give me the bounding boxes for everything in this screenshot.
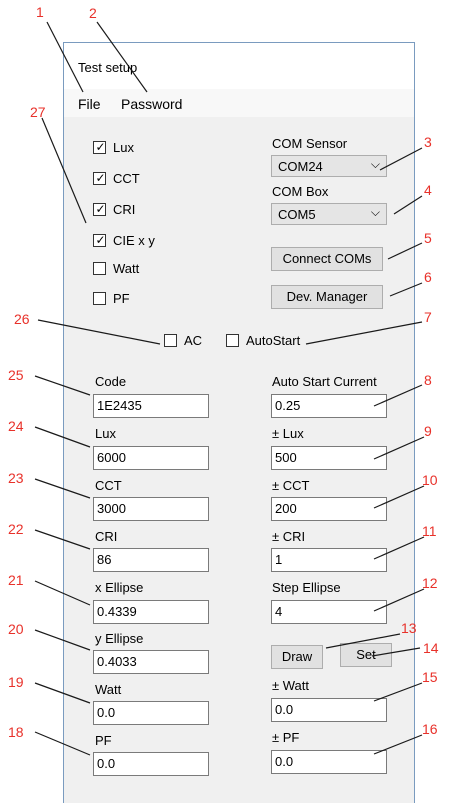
annotation-10: 10 <box>422 472 438 488</box>
x-ellipse-label: x Ellipse <box>95 580 144 595</box>
annotation-13: 13 <box>401 620 417 636</box>
cct-tolerance-input[interactable]: 200 <box>271 497 387 521</box>
chevron-down-icon: ⌵ <box>370 205 380 219</box>
annotation-1: 1 <box>36 4 44 20</box>
cri-tolerance-input[interactable]: 1 <box>271 548 387 572</box>
checkbox-cct-label: CCT <box>113 171 140 186</box>
cri-label: CRI <box>95 529 118 544</box>
com-sensor-label: COM Sensor <box>272 136 348 151</box>
annotation-16: 16 <box>422 721 438 737</box>
y-ellipse-label: y Ellipse <box>95 631 144 646</box>
annotation-15: 15 <box>422 669 438 685</box>
cri-input[interactable]: 86 <box>93 548 209 572</box>
checkbox-autostart-label: AutoStart <box>246 333 301 348</box>
checkbox-cct[interactable]: ✓ <box>93 171 106 185</box>
pf-tolerance-label: ± PF <box>272 730 300 745</box>
com-box-select[interactable]: COM5 ⌵ <box>271 203 387 225</box>
pf-input[interactable]: 0.0 <box>93 752 209 776</box>
dev-manager-button[interactable]: Dev. Manager <box>271 285 383 309</box>
menu-password[interactable]: Password <box>121 96 182 112</box>
annotation-9: 9 <box>424 423 432 439</box>
checkbox-cie-xy-label: CIE x y <box>113 233 155 248</box>
checkbox-cri-label: CRI <box>113 202 136 217</box>
annotation-3: 3 <box>424 134 432 150</box>
com-sensor-select[interactable]: COM24 ⌵ <box>271 155 387 177</box>
title-bar: Test setup <box>64 43 414 89</box>
checkbox-watt-label: Watt <box>113 261 140 276</box>
watt-tolerance-label: ± Watt <box>272 678 309 693</box>
annotation-4: 4 <box>424 182 432 198</box>
com-box-label: COM Box <box>272 184 329 199</box>
auto-start-current-input[interactable]: 0.25 <box>271 394 387 418</box>
step-ellipse-label: Step Ellipse <box>272 580 341 595</box>
annotation-12: 12 <box>422 575 438 591</box>
checkbox-autostart[interactable] <box>226 334 239 347</box>
annotation-19: 19 <box>8 674 24 690</box>
code-label: Code <box>95 374 127 389</box>
annotation-8: 8 <box>424 372 432 388</box>
annotation-24: 24 <box>8 418 24 434</box>
lux-label: Lux <box>95 426 116 441</box>
lux-input[interactable]: 6000 <box>93 446 209 470</box>
set-button[interactable]: Set <box>340 643 392 667</box>
lux-tolerance-label: ± Lux <box>272 426 304 441</box>
menu-bar: File Password <box>64 89 414 117</box>
step-ellipse-input[interactable]: 4 <box>271 600 387 624</box>
annotation-14: 14 <box>423 640 439 656</box>
test-setup-window: Test setup File Password ✓ Lux ✓ CCT ✓ C… <box>63 42 415 803</box>
checkbox-pf[interactable] <box>93 292 106 305</box>
annotation-2: 2 <box>89 5 97 21</box>
com-sensor-value: COM24 <box>278 159 323 174</box>
y-ellipse-input[interactable]: 0.4033 <box>93 650 209 674</box>
annotation-22: 22 <box>8 521 24 537</box>
annotation-11: 11 <box>422 523 437 539</box>
x-ellipse-input[interactable]: 0.4339 <box>93 600 209 624</box>
annotation-18: 18 <box>8 724 24 740</box>
watt-tolerance-input[interactable]: 0.0 <box>271 698 387 722</box>
annotation-20: 20 <box>8 621 24 637</box>
annotation-21: 21 <box>8 572 24 588</box>
watt-input[interactable]: 0.0 <box>93 701 209 725</box>
window-title: Test setup <box>78 60 138 75</box>
watt-label: Watt <box>95 682 122 697</box>
checkbox-cri[interactable]: ✓ <box>93 202 106 216</box>
checkbox-watt[interactable] <box>93 262 106 275</box>
auto-start-current-label: Auto Start Current <box>272 374 377 389</box>
annotation-26: 26 <box>14 311 30 327</box>
checkbox-pf-label: PF <box>113 291 130 306</box>
com-box-value: COM5 <box>278 207 316 222</box>
checkbox-ac[interactable] <box>164 334 177 347</box>
checkbox-ac-label: AC <box>184 333 203 348</box>
annotation-6: 6 <box>424 269 432 285</box>
pf-label: PF <box>95 733 112 748</box>
cct-label: CCT <box>95 478 122 493</box>
cct-input[interactable]: 3000 <box>93 497 209 521</box>
annotation-7: 7 <box>424 309 432 325</box>
lux-tolerance-input[interactable]: 500 <box>271 446 387 470</box>
checkbox-cie-xy[interactable]: ✓ <box>93 233 106 247</box>
draw-button[interactable]: Draw <box>271 645 323 669</box>
menu-file[interactable]: File <box>78 96 101 112</box>
cct-tolerance-label: ± CCT <box>272 478 310 493</box>
annotation-25: 25 <box>8 367 24 383</box>
chevron-down-icon: ⌵ <box>370 157 380 171</box>
cri-tolerance-label: ± CRI <box>272 529 306 544</box>
code-input[interactable]: 1E2435 <box>93 394 209 418</box>
pf-tolerance-input[interactable]: 0.0 <box>271 750 387 774</box>
checkbox-lux-label: Lux <box>113 140 134 155</box>
checkbox-lux[interactable]: ✓ <box>93 140 106 154</box>
annotation-27: 27 <box>30 104 46 120</box>
annotation-5: 5 <box>424 230 432 246</box>
connect-coms-button[interactable]: Connect COMs <box>271 247 383 271</box>
annotation-23: 23 <box>8 470 24 486</box>
